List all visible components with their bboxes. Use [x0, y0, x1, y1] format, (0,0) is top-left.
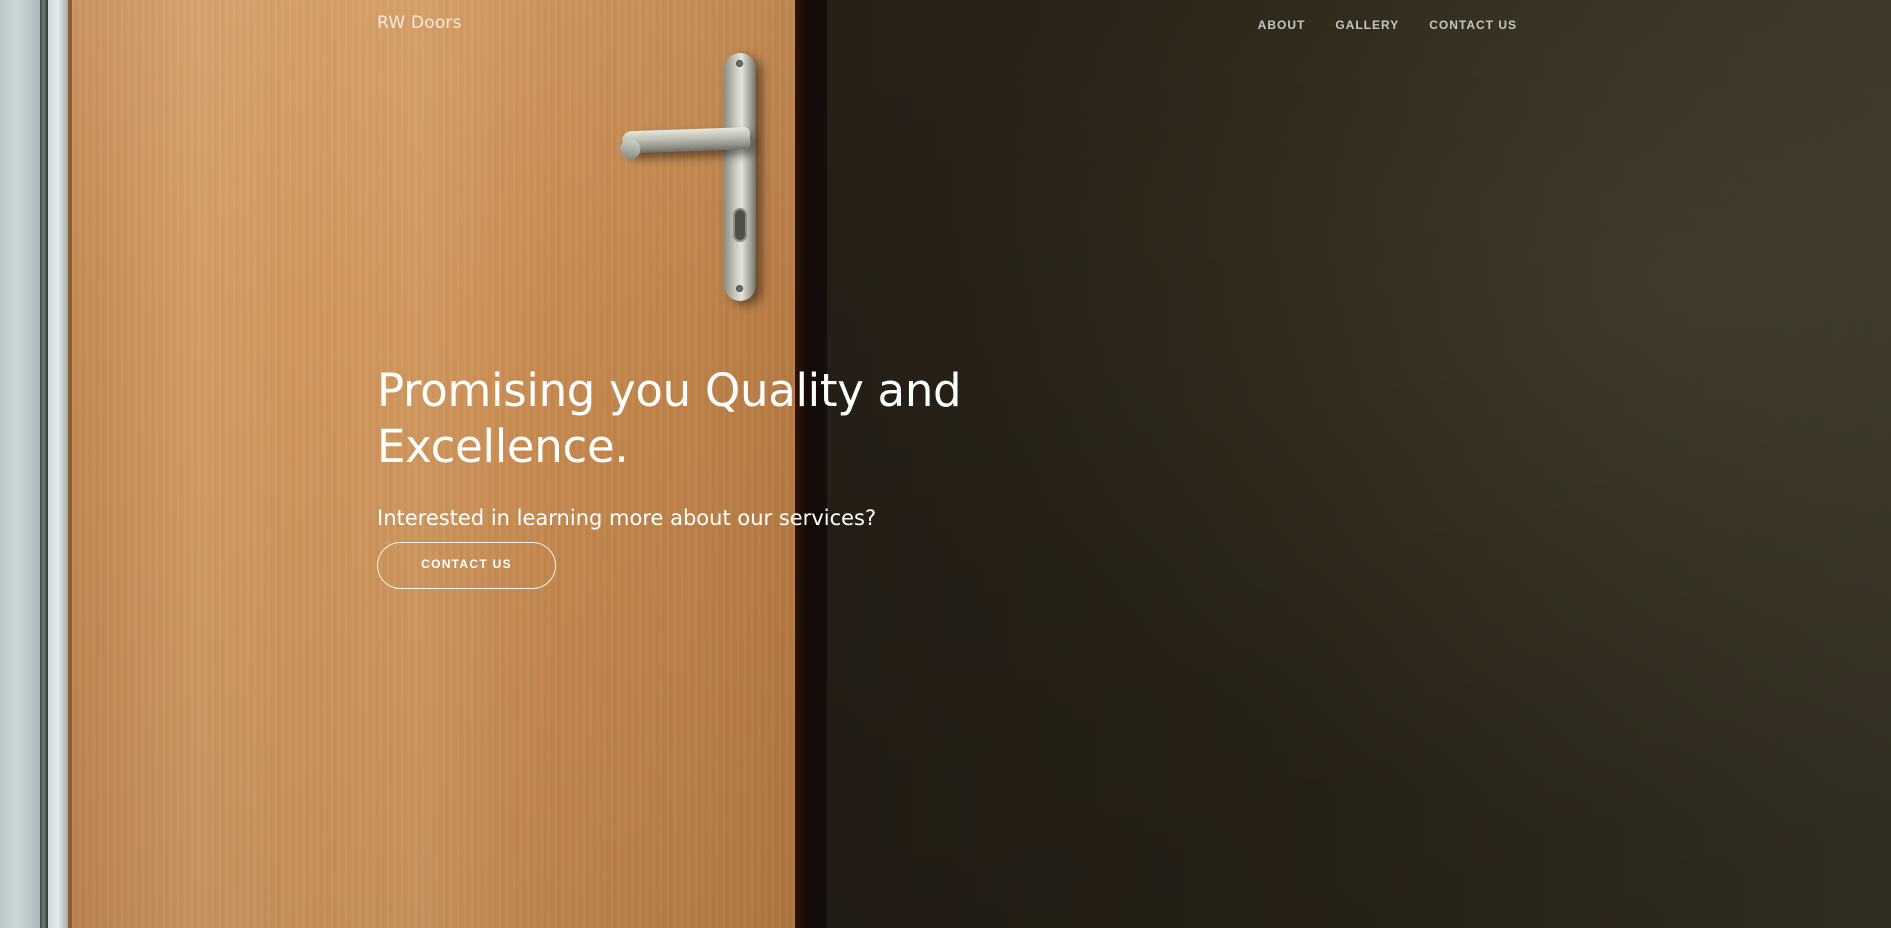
- screw-icon: [736, 285, 743, 292]
- wall-strip: [0, 0, 40, 928]
- hero-subtitle: Interested in learning more about our se…: [377, 506, 877, 530]
- nav-link-about[interactable]: ABOUT: [1258, 18, 1306, 32]
- nav-link-gallery[interactable]: GALLERY: [1335, 18, 1399, 32]
- door-handle-plate: [724, 53, 756, 301]
- hero-content: Promising you Quality and Excellence. In…: [377, 363, 1077, 589]
- hero-title: Promising you Quality and Excellence.: [377, 364, 962, 473]
- door-frame-edge-light: [48, 0, 68, 928]
- door-frame-edge: [40, 0, 48, 928]
- keyhole-icon: [733, 208, 747, 242]
- screw-icon: [736, 60, 743, 67]
- nav-link-contact-us[interactable]: CONTACT US: [1429, 18, 1517, 32]
- brand-link[interactable]: RW Doors: [377, 13, 462, 33]
- navbar: RW Doors ABOUT GALLERY CONTACT US: [0, 0, 1891, 50]
- nav-links: ABOUT GALLERY CONTACT US: [1258, 18, 1517, 32]
- door-handle-lever: [621, 127, 751, 154]
- contact-us-button[interactable]: CONTACT US: [377, 542, 556, 589]
